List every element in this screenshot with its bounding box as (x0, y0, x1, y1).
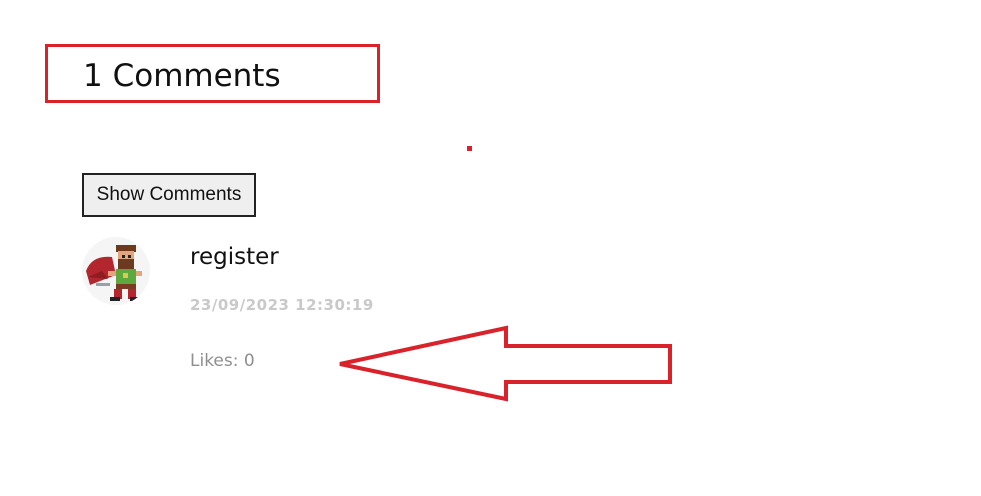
comment-timestamp: 23/09/2023 12:30:19 (190, 296, 374, 314)
red-dot-mark (467, 146, 472, 151)
comments-count-heading: 1 Comments (83, 58, 281, 94)
comment-likes-count: Likes: 0 (190, 351, 255, 371)
pixel-hero-avatar-icon[interactable] (82, 237, 150, 305)
left-arrow-icon (339, 325, 672, 402)
comment-username[interactable]: register (190, 244, 279, 270)
show-comments-button[interactable]: Show Comments (82, 173, 256, 217)
